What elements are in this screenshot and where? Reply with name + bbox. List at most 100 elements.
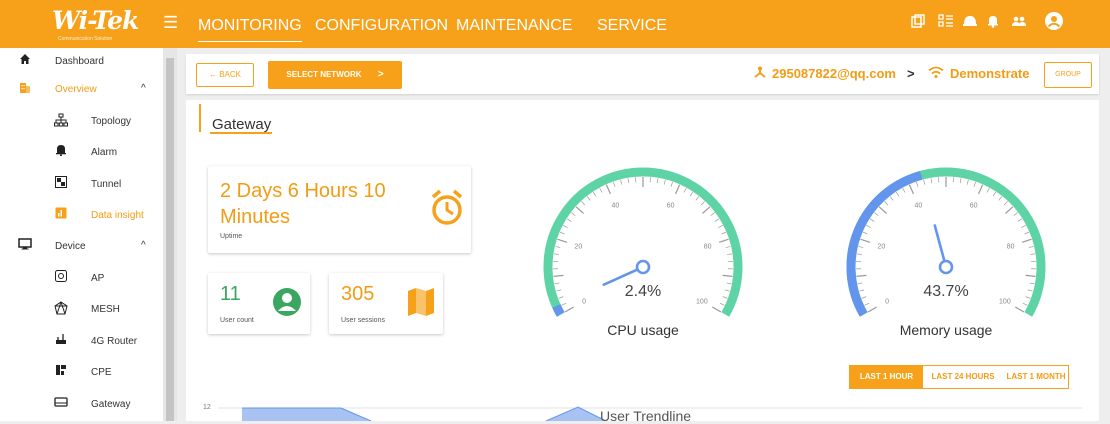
gauge-tick — [896, 192, 899, 196]
logo-subtext: Communication Solution — [58, 36, 112, 42]
sidebar-item-overview[interactable]: Overview ^ — [0, 80, 163, 100]
gauge-tick — [721, 232, 726, 234]
sidebar-item-topology[interactable]: Topology — [0, 112, 163, 132]
gauge-tick — [690, 192, 693, 196]
breadcrumb-separator: > — [907, 66, 915, 81]
gateway-icon — [53, 396, 69, 411]
gauge-fill — [556, 306, 560, 314]
sidebar-item-label: Tunnel — [91, 179, 121, 190]
range-last-1-hour[interactable]: LAST 1 HOUR — [850, 366, 923, 388]
sidebar-item-tunnel[interactable]: Tunnel — [0, 175, 163, 195]
range-last-24-hours[interactable]: LAST 24 HOURS — [923, 366, 1003, 388]
topology-icon — [53, 113, 69, 130]
gauge-tick — [712, 307, 721, 312]
user-count-value: 11 — [220, 283, 241, 306]
range-last-1-month[interactable]: LAST 1 MONTH — [1003, 366, 1069, 388]
logo[interactable]: Wi-Tek — [52, 6, 138, 35]
chevron-up-icon[interactable]: ^ — [141, 83, 146, 94]
gauge-tick — [554, 254, 559, 255]
gauge-tick — [1024, 232, 1029, 234]
chevron-right-icon: > — [378, 69, 384, 80]
gauge-tick — [726, 246, 731, 247]
building-icon — [17, 81, 33, 96]
users-icon[interactable] — [1011, 14, 1027, 32]
sidebar-item-4g-router[interactable]: 4G Router — [0, 332, 163, 352]
gauge-tick — [726, 283, 731, 284]
uptime-label: Uptime — [220, 233, 242, 240]
sidebar-item-label: Device — [55, 241, 86, 252]
gauge-tick — [723, 297, 728, 299]
memory-gauge: 020406080100 — [834, 155, 1059, 330]
gauge-tick — [563, 225, 567, 227]
sidebar-item-ap[interactable]: AP — [0, 269, 163, 289]
gauge-tick — [718, 225, 722, 227]
access-point-icon — [53, 270, 69, 285]
gateway-panel: Gateway 2 Days 6 Hours 10 Minutes Uptime… — [186, 100, 1099, 421]
user-sessions-label: User sessions — [341, 317, 385, 324]
alarm-clock-icon — [430, 188, 464, 233]
gauge-tick-label: 20 — [574, 243, 582, 250]
chevron-up-icon[interactable]: ^ — [141, 240, 146, 251]
cpe-icon — [53, 364, 69, 379]
sidebar-item-device[interactable]: Device ^ — [0, 237, 163, 257]
gauge-tick — [863, 232, 868, 234]
gauge-tick — [860, 239, 870, 242]
account-icon — [753, 66, 767, 81]
sidebar-item-label: Topology — [91, 116, 131, 127]
nav-service[interactable]: SERVICE — [597, 17, 667, 35]
nav-maintenance[interactable]: MAINTENANCE — [456, 17, 572, 35]
select-network-button[interactable]: SELECT NETWORK > — [268, 61, 402, 89]
cpu-usage-value: 2.4% — [593, 283, 693, 301]
back-button[interactable]: ← BACK — [196, 63, 254, 87]
router-icon — [53, 333, 69, 348]
gauge-tick-label: 0 — [582, 299, 586, 306]
helmet-icon[interactable] — [962, 14, 978, 32]
gauge-tick-label: 80 — [704, 243, 712, 250]
gauge-tick — [931, 178, 932, 183]
gauge-tick-label: 40 — [914, 202, 922, 209]
sidebar-item-cpe[interactable]: CPE — [0, 363, 163, 383]
bell-icon[interactable] — [986, 14, 1000, 32]
sidebar-scrollbar-thumb[interactable] — [166, 58, 174, 421]
gauge-tick — [960, 178, 961, 183]
gauge-tick — [1029, 246, 1034, 247]
gauge-tick-label: 100 — [999, 299, 1011, 306]
uptime-value: 2 Days 6 Hours 10 Minutes — [220, 178, 420, 230]
sidebar-item-label: Overview — [55, 84, 97, 95]
gauge-tick — [600, 188, 602, 192]
gauge-tick — [993, 192, 996, 196]
gauge-tick — [560, 232, 565, 234]
sidebar-item-gateway[interactable]: Gateway — [0, 395, 163, 415]
gauge-tick — [555, 246, 560, 247]
breadcrumb-account[interactable]: 295087822@qq.com — [772, 66, 896, 81]
breadcrumb-network[interactable]: Demonstrate — [950, 66, 1029, 81]
gauge-tick — [702, 207, 709, 214]
hamburger-menu-icon[interactable]: ☰ — [163, 13, 178, 33]
copy-icon[interactable] — [911, 14, 925, 32]
monitor-icon — [17, 238, 33, 253]
gauge-tick — [868, 307, 877, 312]
sidebar-item-data-insight[interactable]: Data insight — [0, 206, 163, 226]
gauge-tick-label: 20 — [877, 243, 885, 250]
gauge-hub — [637, 261, 649, 273]
gauge-tick-label: 0 — [885, 299, 889, 306]
nav-configuration[interactable]: CONFIGURATION — [315, 17, 448, 35]
sidebar-item-mesh[interactable]: MESH — [0, 300, 163, 320]
nav-monitoring[interactable]: MONITORING — [198, 17, 302, 42]
gauge-tick — [593, 192, 596, 196]
user-circle-icon[interactable] — [1044, 11, 1064, 35]
gauge-tick-label: 40 — [611, 202, 619, 209]
sidebar-item-alarm[interactable]: Alarm — [0, 143, 163, 163]
list-icon[interactable] — [938, 14, 954, 32]
sidebar-item-label: Dashboard — [55, 56, 104, 67]
sidebar-item-dashboard[interactable]: Dashboard — [0, 52, 163, 72]
group-button[interactable]: GROUP — [1044, 62, 1092, 88]
gauge-tick — [987, 188, 989, 192]
memory-usage-title: Memory usage — [866, 322, 1026, 338]
gauge-tick — [865, 303, 870, 305]
sidebar-item-label: 4G Router — [91, 336, 137, 347]
gauge-tick — [1026, 275, 1036, 276]
gauge-tick — [862, 297, 867, 299]
gauge-tick — [924, 180, 925, 185]
mesh-icon — [53, 301, 69, 318]
